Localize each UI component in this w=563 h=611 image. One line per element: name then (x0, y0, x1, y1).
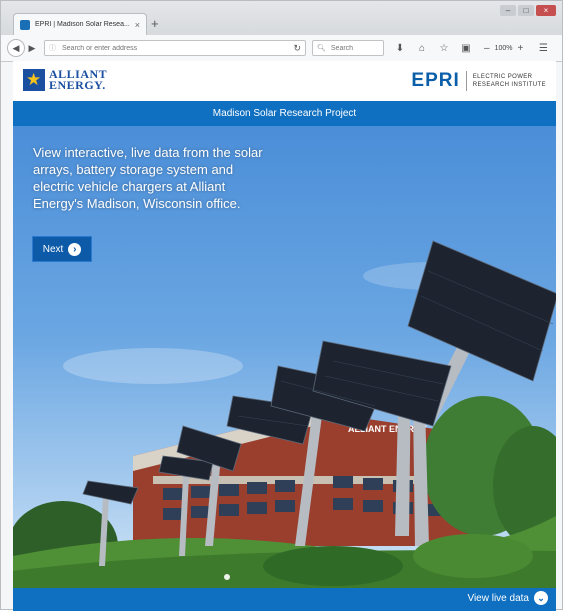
footer-bar: View live data ⌄ (13, 588, 556, 611)
page-info-icon[interactable]: ⓘ (49, 43, 56, 53)
alliant-energy-logo[interactable]: ★ ALLIANT ENERGY. (23, 67, 108, 92)
home-icon[interactable]: ⌂ (416, 43, 428, 54)
next-button[interactable]: Next › (32, 236, 92, 262)
search-input[interactable] (328, 43, 383, 53)
logo-divider (465, 71, 467, 91)
window-controls: – □ × (500, 5, 556, 16)
forward-button[interactable]: ▶ (26, 41, 38, 55)
chevron-down-icon: ⌄ (534, 591, 548, 605)
pocket-icon[interactable]: ▣ (460, 43, 472, 54)
hero-description: View interactive, live data from the sol… (33, 145, 263, 211)
address-bar[interactable]: ⓘ ↻ (44, 40, 306, 56)
zoom-controls: – 100% + (484, 43, 523, 54)
carousel-dot[interactable] (224, 574, 230, 580)
tab-active[interactable]: EPRI | Madison Solar Resea... × (13, 13, 147, 35)
downloads-icon[interactable]: ⬇ (394, 43, 406, 54)
close-window-button[interactable]: × (536, 5, 556, 16)
search-bar[interactable]: 🔍︎ (312, 40, 384, 56)
page-content: ★ ALLIANT ENERGY. EPRI ELECTRIC POWER RE… (13, 61, 556, 611)
alliant-logo-text: ALLIANT ENERGY. (49, 67, 108, 92)
zoom-out-button[interactable]: – (484, 43, 490, 54)
epri-logo[interactable]: EPRI ELECTRIC POWER RESEARCH INSTITUTE (411, 71, 546, 91)
browser-window: EPRI | Madison Solar Resea... × + – □ × … (0, 0, 563, 611)
epri-logo-mark: EPRI (411, 70, 460, 91)
search-icon: 🔍︎ (317, 45, 326, 52)
navigation-toolbar: ◀ ▶ ⓘ ↻ 🔍︎ ⬇ ⌂ ☆ ▣ – 100% + ☰ (1, 35, 562, 62)
new-tab-button[interactable]: + (151, 15, 159, 33)
menu-icon[interactable]: ☰ (537, 43, 549, 54)
zoom-level[interactable]: 100% (495, 45, 513, 52)
view-live-data-button[interactable]: View live data ⌄ (467, 591, 548, 605)
reload-icon[interactable]: ↻ (293, 43, 301, 54)
page-title: Madison Solar Research Project (13, 101, 556, 126)
view-live-data-label: View live data (467, 592, 529, 604)
epri-logo-text: ELECTRIC POWER RESEARCH INSTITUTE (472, 74, 546, 88)
zoom-in-button[interactable]: + (517, 43, 523, 54)
maximize-button[interactable]: □ (518, 5, 534, 16)
tab-strip: EPRI | Madison Solar Resea... × + – □ × (1, 1, 562, 35)
alliant-star-icon: ★ (23, 69, 45, 91)
chevron-right-icon: › (68, 242, 82, 256)
back-button[interactable]: ◀ (7, 39, 25, 57)
epri-favicon-icon (20, 19, 30, 30)
page-header: ★ ALLIANT ENERGY. EPRI ELECTRIC POWER RE… (13, 61, 556, 101)
minimize-button[interactable]: – (500, 5, 516, 16)
url-input[interactable] (60, 43, 294, 53)
hero-panel: ALLIANT ENERGY View interactive, live da… (13, 126, 556, 588)
bookmark-star-icon[interactable]: ☆ (438, 43, 450, 54)
tab-close-icon[interactable]: × (135, 20, 140, 30)
tab-title: EPRI | Madison Solar Resea... (35, 21, 130, 28)
next-button-label: Next (42, 243, 64, 255)
